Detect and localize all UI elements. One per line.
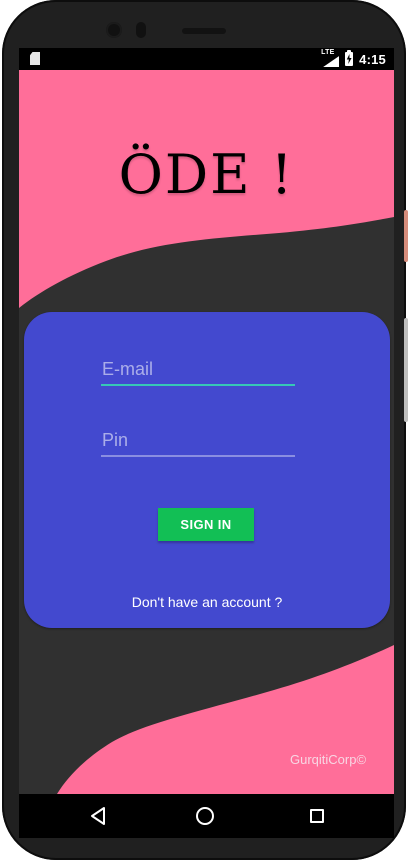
recent-apps-icon[interactable] xyxy=(310,809,324,823)
login-screen: ÖDE ! SIGN IN Don't have an account ? Gu… xyxy=(19,70,394,794)
pin-underline xyxy=(101,455,295,457)
footer-brand: GurqitiCorp© xyxy=(290,752,367,767)
power-button xyxy=(404,210,408,262)
login-card: SIGN IN Don't have an account ? xyxy=(24,312,390,628)
email-field[interactable] xyxy=(101,354,297,384)
sign-in-button[interactable]: SIGN IN xyxy=(158,508,254,541)
earpiece-speaker xyxy=(182,28,226,34)
lte-label: LTE xyxy=(321,49,335,56)
device-screen: LTE 4:15 ÖDE ! E-mail SIGN IN Don't have… xyxy=(19,48,394,838)
status-icons: LTE 4:15 xyxy=(321,49,386,68)
app-title: ÖDE ! xyxy=(118,143,295,206)
charging-bolt-icon xyxy=(346,54,352,64)
front-sensor xyxy=(136,22,146,38)
system-navigation-bar xyxy=(19,794,394,838)
volume-button xyxy=(404,318,408,422)
sign-up-link[interactable]: Don't have an account ? xyxy=(104,594,310,610)
sd-card-icon xyxy=(30,52,40,65)
email-field-container xyxy=(101,354,297,388)
back-icon[interactable] xyxy=(89,806,107,826)
email-underline xyxy=(101,384,295,386)
battery-charging-icon xyxy=(345,50,354,66)
pin-field-container xyxy=(101,425,297,459)
phone-frame: LTE 4:15 ÖDE ! E-mail SIGN IN Don't have… xyxy=(2,0,406,860)
front-camera xyxy=(106,22,122,38)
signal-strength-icon xyxy=(323,56,340,67)
home-icon[interactable] xyxy=(196,807,214,825)
status-time: 4:15 xyxy=(359,51,386,67)
status-bar: LTE 4:15 xyxy=(19,48,394,70)
pin-field[interactable] xyxy=(101,425,297,455)
lte-signal-icon: LTE xyxy=(321,49,340,67)
